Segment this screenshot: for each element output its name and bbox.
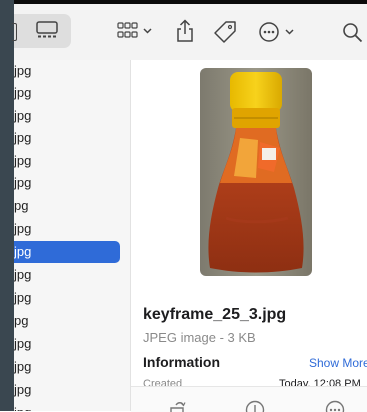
file-list: jpg jpg jpg jpg jpg jpg pg jpg jpg jpg j… [14, 60, 131, 411]
list-item[interactable]: ipg [14, 402, 120, 411]
list-item[interactable]: pg [14, 310, 120, 332]
list-view-icon[interactable] [12, 23, 17, 41]
share-button[interactable] [176, 19, 194, 43]
group-by-button[interactable] [117, 22, 153, 42]
more-actions-button[interactable] [325, 400, 345, 412]
rotate-icon [167, 400, 187, 412]
gallery-view-icon[interactable] [36, 21, 58, 39]
search-button[interactable] [342, 22, 364, 44]
finder-toolbar [14, 4, 367, 61]
search-icon [342, 22, 364, 44]
view-mode-selector[interactable] [14, 14, 71, 48]
information-heading: Information [143, 354, 220, 370]
file-name: keyframe_25_3.jpg [143, 306, 286, 324]
list-item[interactable]: jpg [14, 379, 120, 401]
action-menu-button[interactable] [258, 21, 296, 43]
list-item[interactable]: jpg [14, 172, 120, 194]
image-preview[interactable] [200, 68, 312, 276]
list-item[interactable]: jpg [14, 333, 120, 355]
list-item[interactable]: jpg [14, 60, 120, 82]
list-item[interactable]: jpg [14, 150, 120, 172]
grid-icon [117, 22, 153, 42]
tags-button[interactable] [213, 20, 237, 44]
rotate-button[interactable] [167, 400, 187, 412]
bottle-thumbnail [200, 68, 312, 276]
quick-actions-bar [131, 386, 367, 412]
background-window-edge [0, 0, 14, 411]
file-kind-size: JPEG image - 3 KB [143, 330, 256, 345]
preview-pane: keyframe_25_3.jpg JPEG image - 3 KB Info… [131, 60, 367, 411]
list-item-selected[interactable]: jpg [14, 241, 120, 263]
more-icon [258, 21, 296, 43]
tag-icon [213, 20, 237, 44]
list-item[interactable]: jpg [14, 127, 120, 149]
show-more-link[interactable]: Show More [309, 356, 367, 370]
more-circle-icon [325, 400, 345, 412]
list-item[interactable]: jpg [14, 105, 120, 127]
list-item[interactable]: jpg [14, 82, 120, 104]
markup-button[interactable] [245, 400, 265, 412]
list-item[interactable]: jpg [14, 287, 120, 309]
list-item[interactable]: jpg [14, 356, 120, 378]
list-item[interactable]: jpg [14, 218, 120, 240]
list-item[interactable]: jpg [14, 264, 120, 286]
list-item[interactable]: pg [14, 195, 120, 217]
markup-icon [245, 400, 265, 412]
share-icon [176, 19, 194, 43]
